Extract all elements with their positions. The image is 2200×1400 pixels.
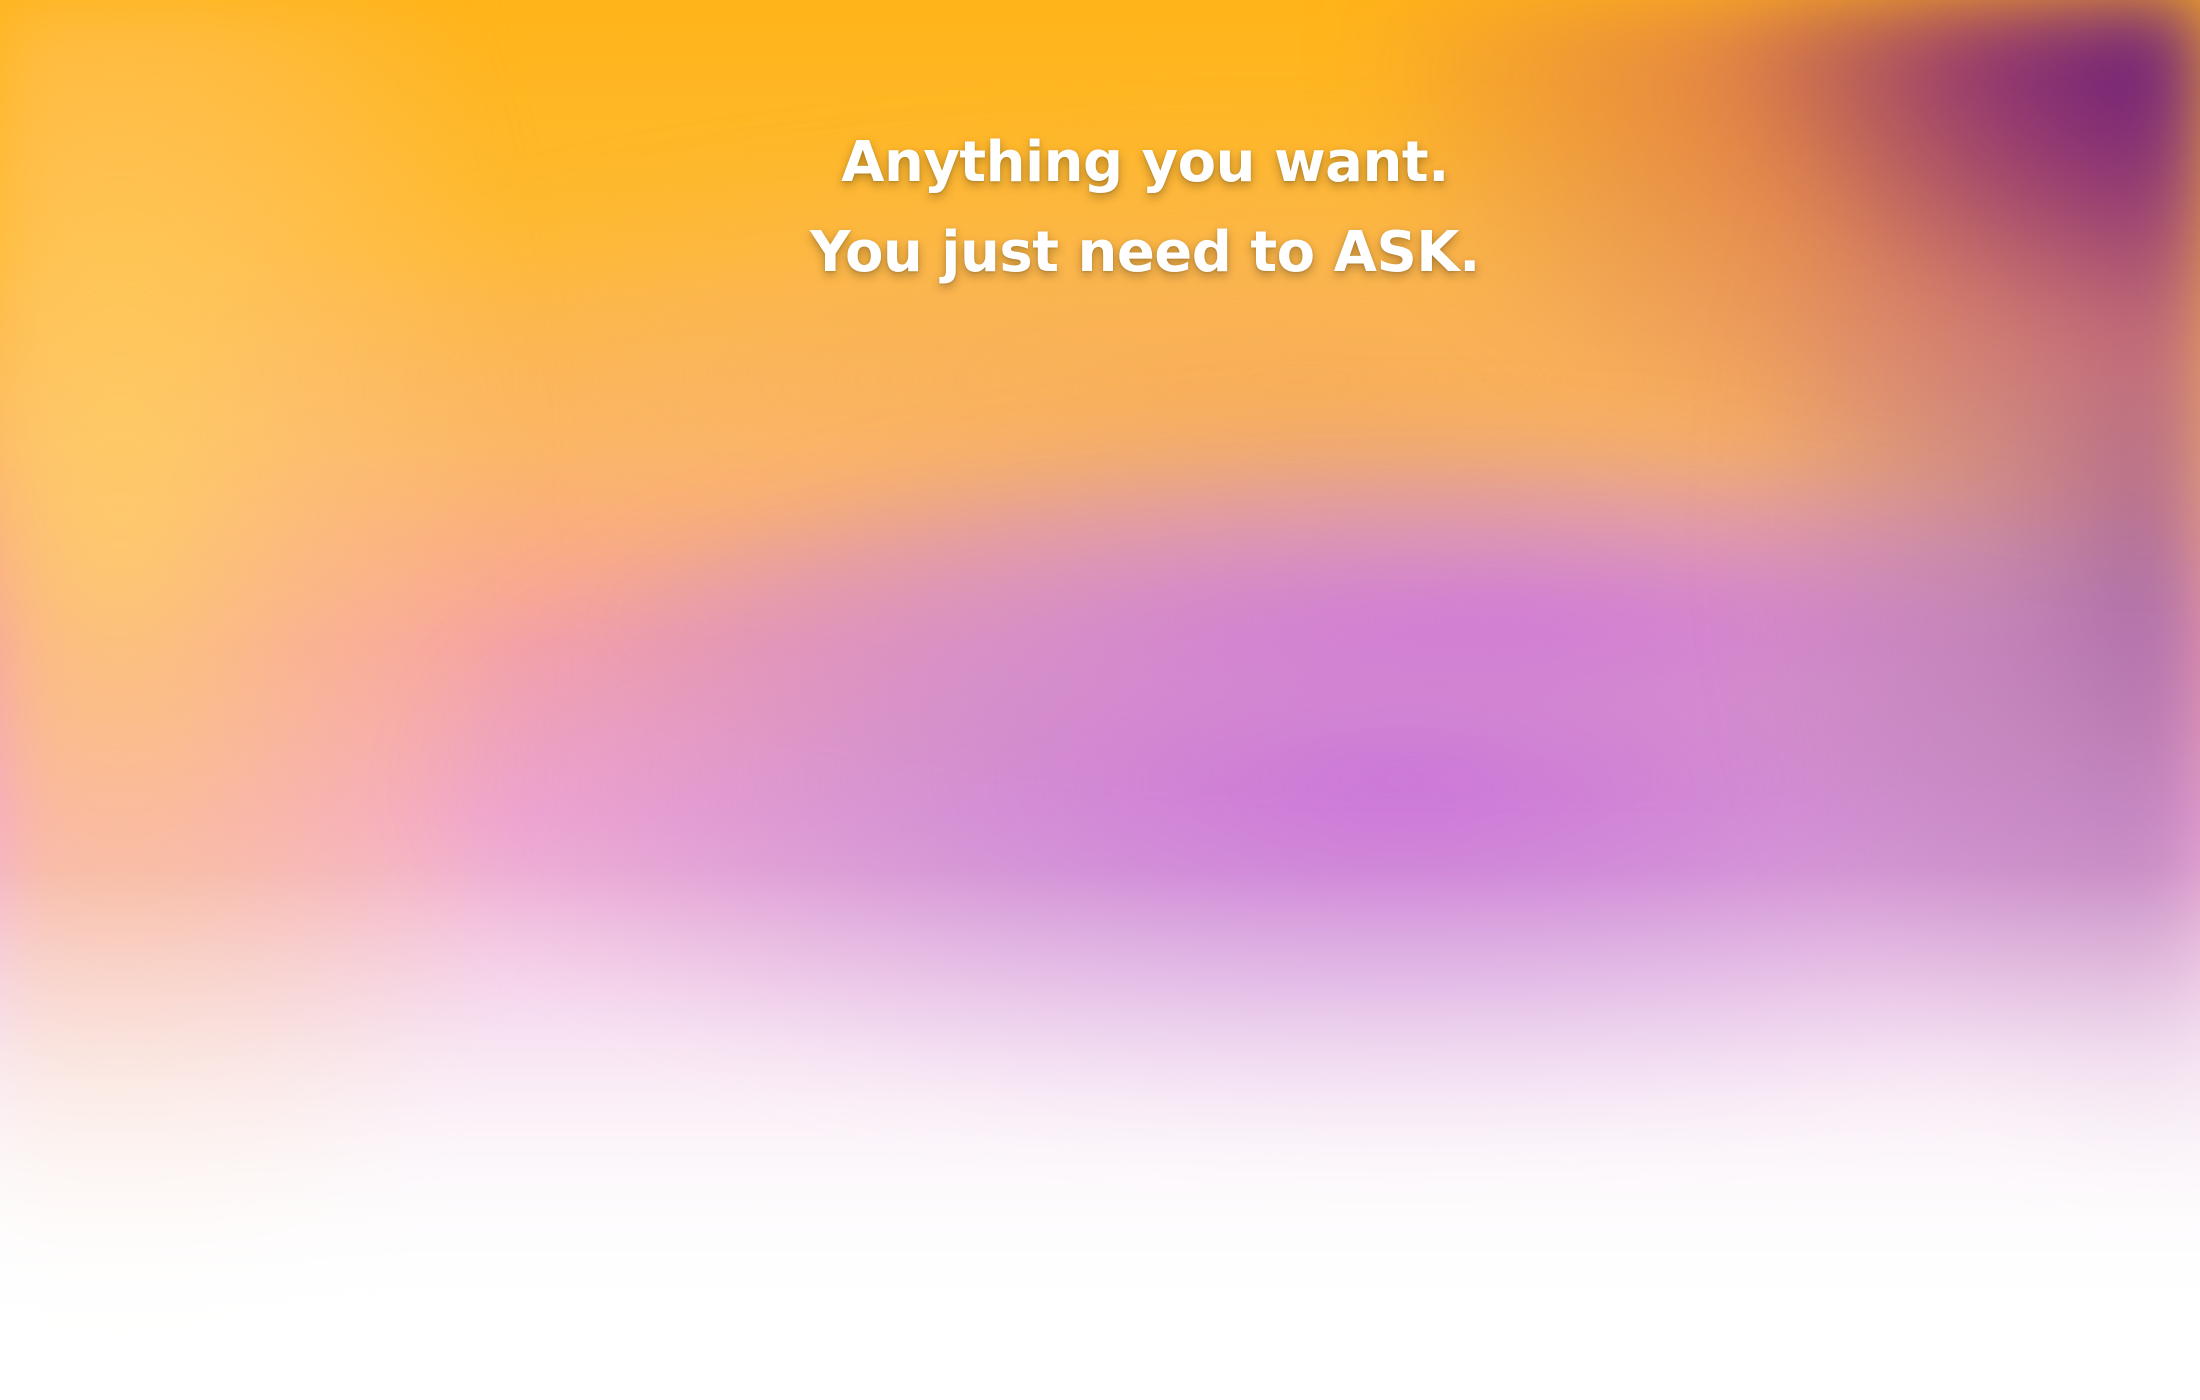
headline-line-2: You just need to ASK. bbox=[810, 220, 1480, 285]
hero-headline: Anything you want. You just need to ASK. bbox=[0, 118, 2200, 298]
landing-page: Anything you want. You just need to ASK. bbox=[0, 0, 2200, 1400]
headline-line-1: Anything you want. bbox=[841, 130, 1449, 195]
